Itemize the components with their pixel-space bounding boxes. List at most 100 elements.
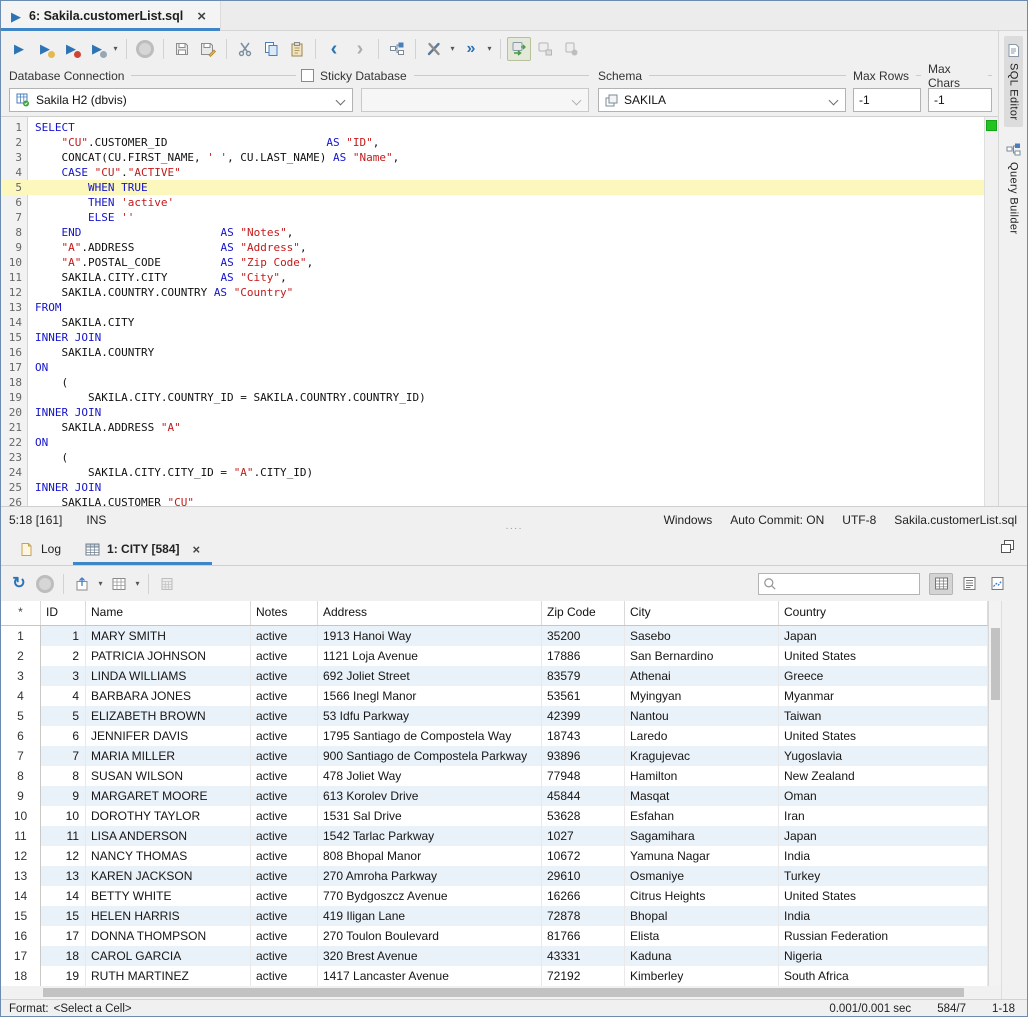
table-cell[interactable]: RUTH MARTINEZ <box>86 966 251 986</box>
code-line[interactable]: 9 "A".ADDRESS AS "Address", <box>1 240 984 255</box>
export-caret[interactable]: ▾ <box>95 579 106 588</box>
table-row[interactable]: 1414BETTY WHITEactive770 Bydgoszcz Avenu… <box>1 886 988 906</box>
vertical-scrollbar[interactable] <box>988 601 1001 986</box>
table-row[interactable]: 1313KAREN JACKSONactive270 Amroha Parkwa… <box>1 866 988 886</box>
row-number-cell[interactable]: 12 <box>1 846 41 866</box>
code-line[interactable]: 2 "CU".CUSTOMER_ID AS "ID", <box>1 135 984 150</box>
table-cell[interactable]: LISA ANDERSON <box>86 826 251 846</box>
table-cell[interactable]: 1 <box>41 626 86 646</box>
rollback-button[interactable] <box>559 37 583 61</box>
code-line[interactable]: 19 SAKILA.CITY.COUNTRY_ID = SAKILA.COUNT… <box>1 390 984 405</box>
table-cell[interactable]: 10 <box>41 806 86 826</box>
column-header-notes[interactable]: Notes <box>251 601 318 625</box>
table-row[interactable]: 1212NANCY THOMASactive808 Bhopal Manor10… <box>1 846 988 866</box>
table-row[interactable]: 1515HELEN HARRISactive419 Iligan Lane728… <box>1 906 988 926</box>
schema-select[interactable]: SAKILA <box>598 88 846 112</box>
table-cell[interactable]: Myingyan <box>625 686 779 706</box>
table-cell[interactable]: active <box>251 646 318 666</box>
table-cell[interactable]: Elista <box>625 926 779 946</box>
table-cell[interactable]: MARIA MILLER <box>86 746 251 766</box>
table-cell[interactable]: 270 Amroha Parkway <box>318 866 542 886</box>
table-cell[interactable]: San Bernardino <box>625 646 779 666</box>
table-cell[interactable]: active <box>251 786 318 806</box>
table-cell[interactable]: Esfahan <box>625 806 779 826</box>
code-line[interactable]: 26 SAKILA.CUSTOMER "CU" <box>1 495 984 506</box>
table-cell[interactable]: MARY SMITH <box>86 626 251 646</box>
grid-options-button[interactable] <box>107 572 131 596</box>
close-result-tab-icon[interactable]: × <box>193 543 201 556</box>
table-row[interactable]: 1617DONNA THOMPSONactive270 Toulon Boule… <box>1 926 988 946</box>
table-cell[interactable]: active <box>251 806 318 826</box>
table-cell[interactable]: ELIZABETH BROWN <box>86 706 251 726</box>
table-row[interactable]: 1819RUTH MARTINEZactive1417 Lancaster Av… <box>1 966 988 986</box>
table-cell[interactable]: 1417 Lancaster Avenue <box>318 966 542 986</box>
table-row[interactable]: 22PATRICIA JOHNSONactive1121 Loja Avenue… <box>1 646 988 666</box>
paste-button[interactable] <box>285 37 309 61</box>
table-cell[interactable]: India <box>779 846 988 866</box>
table-cell[interactable]: 1913 Hanoi Way <box>318 626 542 646</box>
table-cell[interactable]: India <box>779 906 988 926</box>
table-cell[interactable]: Russian Federation <box>779 926 988 946</box>
table-row[interactable]: 1718CAROL GARCIAactive320 Brest Avenue43… <box>1 946 988 966</box>
table-cell[interactable]: Taiwan <box>779 706 988 726</box>
table-cell[interactable]: active <box>251 746 318 766</box>
table-cell[interactable]: 10672 <box>542 846 625 866</box>
continue-caret[interactable]: ▾ <box>484 44 495 53</box>
commit-toggle-button[interactable] <box>507 37 531 61</box>
table-cell[interactable]: 15 <box>41 906 86 926</box>
table-cell[interactable]: active <box>251 826 318 846</box>
row-number-cell[interactable]: 18 <box>1 966 41 986</box>
calculate-button[interactable] <box>155 572 179 596</box>
code-line[interactable]: 15INNER JOIN <box>1 330 984 345</box>
grid-view-button[interactable] <box>929 573 953 595</box>
navigate-forward-button[interactable]: › <box>348 37 372 61</box>
sql-editor[interactable]: 1SELECT2 "CU".CUSTOMER_ID AS "ID",3 CONC… <box>1 116 998 506</box>
table-cell[interactable]: HELEN HARRIS <box>86 906 251 926</box>
table-cell[interactable]: 4 <box>41 686 86 706</box>
table-cell[interactable]: Sasebo <box>625 626 779 646</box>
copy-button[interactable] <box>259 37 283 61</box>
table-cell[interactable]: 11 <box>41 826 86 846</box>
table-cell[interactable]: NANCY THOMAS <box>86 846 251 866</box>
grid-options-caret[interactable]: ▾ <box>132 579 143 588</box>
table-cell[interactable]: Yamuna Nagar <box>625 846 779 866</box>
table-cell[interactable]: PATRICIA JOHNSON <box>86 646 251 666</box>
table-cell[interactable]: 692 Joliet Street <box>318 666 542 686</box>
table-cell[interactable]: Kaduna <box>625 946 779 966</box>
table-cell[interactable]: United States <box>779 886 988 906</box>
table-cell[interactable]: 18743 <box>542 726 625 746</box>
code-line[interactable]: 23 ( <box>1 450 984 465</box>
table-cell[interactable]: Greece <box>779 666 988 686</box>
table-cell[interactable]: United States <box>779 646 988 666</box>
code-line[interactable]: 18 ( <box>1 375 984 390</box>
table-cell[interactable]: DONNA THOMPSON <box>86 926 251 946</box>
table-cell[interactable]: 3 <box>41 666 86 686</box>
table-cell[interactable]: Athenai <box>625 666 779 686</box>
table-cell[interactable]: Japan <box>779 626 988 646</box>
table-cell[interactable]: 478 Joliet Way <box>318 766 542 786</box>
execute-button[interactable]: ▶ <box>7 37 31 61</box>
tools-caret[interactable]: ▾ <box>447 44 458 53</box>
sticky-database-select[interactable] <box>361 88 589 112</box>
code-line[interactable]: 24 SAKILA.CITY.CITY_ID = "A".CITY_ID) <box>1 465 984 480</box>
table-row[interactable]: 99MARGARET MOOREactive613 Korolev Drive4… <box>1 786 988 806</box>
row-number-cell[interactable]: 13 <box>1 866 41 886</box>
code-line[interactable]: 17ON <box>1 360 984 375</box>
table-cell[interactable]: 53 Idfu Parkway <box>318 706 542 726</box>
table-cell[interactable]: 900 Santiago de Compostela Parkway <box>318 746 542 766</box>
table-cell[interactable]: CAROL GARCIA <box>86 946 251 966</box>
table-cell[interactable]: 18 <box>41 946 86 966</box>
save-commit-button[interactable] <box>533 37 557 61</box>
table-cell[interactable]: Oman <box>779 786 988 806</box>
table-cell[interactable]: 13 <box>41 866 86 886</box>
code-line[interactable]: 13FROM <box>1 300 984 315</box>
horizontal-scrollbar[interactable] <box>1 986 1001 999</box>
code-line[interactable]: 25INNER JOIN <box>1 480 984 495</box>
table-cell[interactable]: 14 <box>41 886 86 906</box>
table-cell[interactable]: active <box>251 726 318 746</box>
column-header-city[interactable]: City <box>625 601 779 625</box>
tools-button[interactable] <box>422 37 446 61</box>
monitor-button[interactable] <box>33 572 57 596</box>
table-cell[interactable]: Kragujevac <box>625 746 779 766</box>
table-cell[interactable]: South Africa <box>779 966 988 986</box>
